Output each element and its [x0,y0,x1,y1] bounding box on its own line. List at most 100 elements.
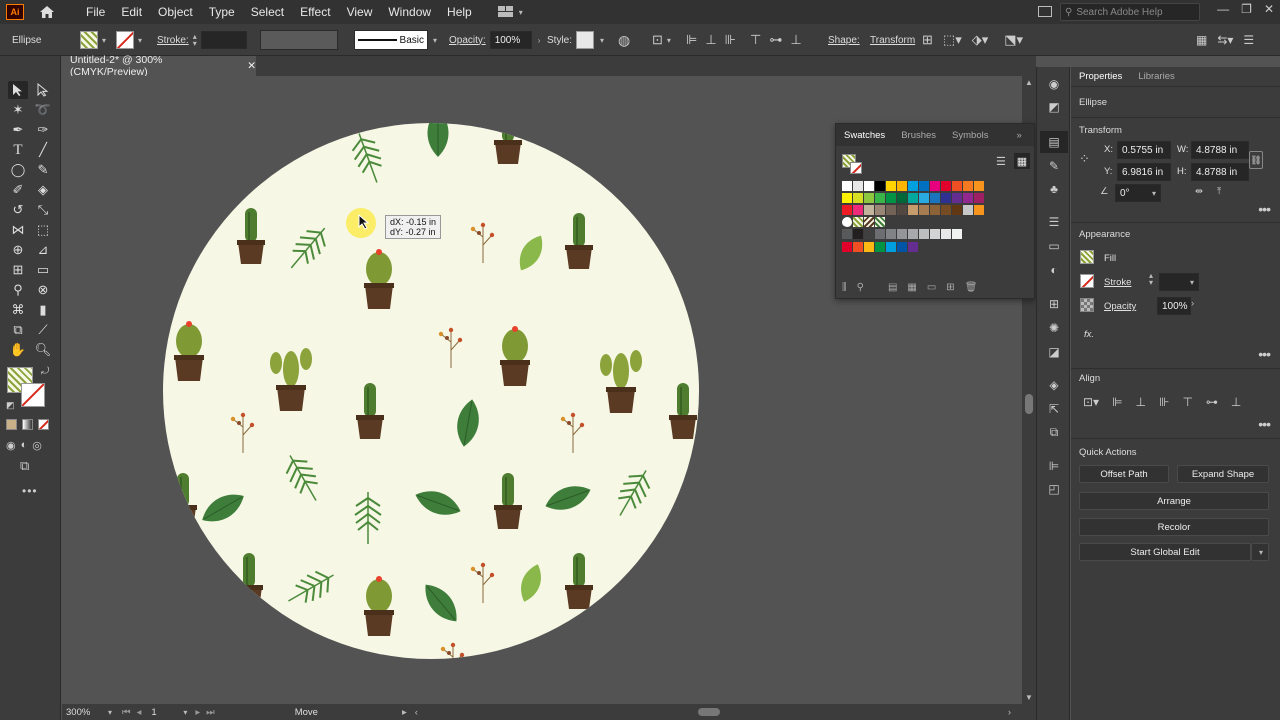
color-swatch[interactable] [842,229,853,240]
align-left-icon[interactable]: ⊫ [686,32,697,48]
recolor-button[interactable]: Recolor [1079,518,1269,536]
color-swatch[interactable] [919,205,930,216]
color-swatch[interactable] [974,205,985,216]
document-tab[interactable]: Untitled-2* @ 300% (CMYK/Preview) ✕ [62,54,256,78]
chevron-right-icon[interactable]: › [538,36,541,45]
symbols-icon[interactable]: ♣ [1046,182,1062,196]
color-swatch[interactable] [941,193,952,204]
color-swatch[interactable] [875,242,886,253]
none-mode-icon[interactable] [38,419,49,430]
pathfinder-icon[interactable]: ◰ [1046,482,1062,496]
gradient-icon[interactable]: ▭ [1046,239,1062,253]
offset-path-button[interactable]: Offset Path [1079,465,1169,483]
color-swatch[interactable] [941,181,952,192]
appearance-icon[interactable]: ✺ [1046,321,1062,335]
zoom-level[interactable]: 300% [66,707,106,718]
swap-fill-stroke-icon[interactable]: ⤾ [41,366,49,377]
chevron-down-icon[interactable]: ▾ [183,708,187,717]
search-input[interactable]: ⚲ Search Adobe Help [1060,3,1200,21]
lasso-tool-icon[interactable]: ➰ [33,101,53,119]
tab-libraries[interactable]: Libraries [1130,71,1182,82]
color-swatch[interactable] [886,205,897,216]
color-swatch[interactable] [919,229,930,240]
color-swatch[interactable] [963,193,974,204]
transform-each-icon[interactable]: ⬚▾ [943,32,962,48]
close-icon[interactable]: ✕ [1264,2,1274,16]
color-swatch[interactable] [842,181,853,192]
color-swatch[interactable] [963,205,974,216]
default-fill-stroke-icon[interactable]: ◩ [6,400,15,411]
color-swatch[interactable] [853,193,864,204]
swatch-options-icon[interactable]: ▤ [888,282,897,293]
perspective-grid-tool-icon[interactable]: ⊿ [33,241,53,259]
color-swatch[interactable] [875,205,886,216]
flip-vertical-icon[interactable]: ⤒ [1217,186,1221,197]
color-swatch[interactable] [864,205,875,216]
global-edit-options-button[interactable]: ▾ [1251,543,1269,561]
color-swatch[interactable] [908,242,919,253]
align-vertical-center-icon[interactable]: ⊶ [1206,395,1218,409]
stroke-weight-stepper[interactable]: ▴ ▾ [193,33,197,48]
opacity-label[interactable]: Opacity: [449,35,486,46]
align-top-icon[interactable]: ⊤ [750,32,761,48]
select-similar-icon[interactable]: ⬗▾ [972,32,989,48]
rotate-angle-input[interactable]: 0° ▾ [1115,184,1161,202]
align-horizontal-center-icon[interactable]: ⊥ [705,32,716,48]
color-swatch[interactable] [864,193,875,204]
zoom-tool-icon[interactable]: 🔍︎ [33,341,53,359]
height-input[interactable]: 4.8788 in [1191,163,1249,181]
color-swatch[interactable] [974,181,985,192]
menu-type[interactable]: Type [201,5,243,19]
align-to-icon[interactable]: ⊡▾ [1083,395,1099,409]
scroll-thumb[interactable] [1025,394,1033,414]
gradient-tool-icon[interactable]: ▭ [33,261,53,279]
selection-tool-icon[interactable] [8,81,28,99]
stroke-weight-input[interactable] [200,31,247,49]
expand-shape-button[interactable]: Expand Shape [1177,465,1269,483]
color-swatch[interactable] [875,181,886,192]
color-swatch[interactable] [930,181,941,192]
stroke-color-box[interactable] [21,383,45,407]
menu-effect[interactable]: Effect [292,5,338,19]
previous-artboard-icon[interactable]: ◂ [137,707,142,718]
asset-export-icon[interactable]: ⇱ [1046,402,1062,416]
stroke-swatch[interactable] [116,31,134,49]
draw-inside-icon[interactable]: ◎ [32,439,42,452]
color-swatch[interactable] [886,181,897,192]
isolate-icon[interactable]: ⊞ [922,32,933,48]
restore-icon[interactable]: ❐ [1241,2,1252,16]
hand-tool-icon[interactable]: ✋ [8,341,28,359]
color-swatch[interactable] [864,242,875,253]
stroke-weight-input[interactable]: ▾ [1159,273,1199,291]
chevron-down-icon[interactable]: ▾ [108,708,112,717]
transparency-icon[interactable]: ◐ [1046,263,1062,277]
color-swatch[interactable] [930,193,941,204]
color-swatch[interactable] [897,193,908,204]
curvature-tool-icon[interactable]: ✑ [33,121,53,139]
color-swatch[interactable] [963,181,974,192]
pattern-filled-ellipse[interactable] [163,123,699,659]
swatch-pattern-cactus-3[interactable] [875,217,886,228]
align-icon[interactable]: ⊫ [1046,459,1062,473]
constrain-proportions-icon[interactable]: ⛓ [1249,151,1263,169]
scale-tool-icon[interactable]: ⤡ [33,201,53,219]
color-swatch[interactable] [897,229,908,240]
more-options-icon[interactable]: ••• [1258,416,1271,432]
type-tool-icon[interactable]: T [8,141,28,159]
color-swatch[interactable] [941,229,952,240]
graphic-style-swatch[interactable] [576,31,595,49]
horizontal-scroll-thumb[interactable] [697,708,720,716]
color-swatch[interactable] [853,229,864,240]
fx-label[interactable]: fx. [1084,329,1094,340]
edit-toolbar-icon[interactable]: ••• [22,484,38,498]
screen-mode-icon[interactable]: ⧉ [20,458,29,474]
start-global-edit-button[interactable]: Start Global Edit [1079,543,1251,561]
color-swatch[interactable] [842,205,853,216]
color-swatch[interactable] [952,181,963,192]
image-trace-icon[interactable]: ◩ [1046,100,1062,114]
color-swatch[interactable] [919,181,930,192]
more-options-icon[interactable]: ••• [1258,201,1271,217]
layers-icon[interactable]: ◈ [1046,378,1062,392]
menu-view[interactable]: View [339,5,381,19]
panel-menu-icon[interactable]: ☰ [1243,33,1254,47]
